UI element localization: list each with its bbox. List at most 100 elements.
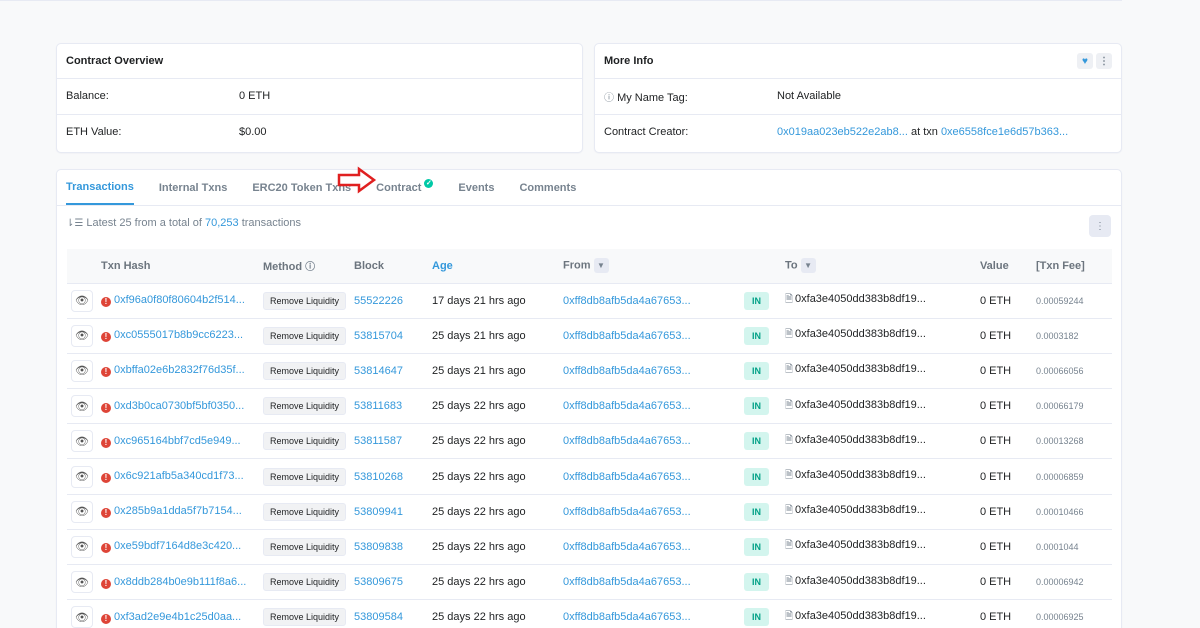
block-link[interactable]: 53811587: [354, 435, 402, 447]
error-icon: !: [101, 613, 111, 624]
col-to: To ▼: [780, 249, 976, 284]
table-row: 👁 ! 0xf3ad2e9e4b1c25d0aa... Remove Liquid…: [67, 599, 1112, 628]
row-method-cell: Remove Liquidity: [258, 529, 351, 566]
contract-file-icon: 🗎: [784, 540, 794, 552]
to-address[interactable]: 0xfa3e4050dd383b8df19...: [795, 469, 926, 481]
to-address[interactable]: 0xfa3e4050dd383b8df19...: [795, 399, 926, 411]
tab-transactions[interactable]: Transactions: [66, 170, 134, 205]
row-hash-cell: ! 0xf3ad2e9e4b1c25d0aa...: [97, 599, 259, 628]
creator-row: Contract Creator: 0x019aa023eb522e2ab8..…: [595, 115, 1121, 151]
from-address-link[interactable]: 0xff8db8afb5da4a67653...: [563, 330, 691, 342]
col-direction: [739, 249, 781, 284]
txn-hash-link[interactable]: 0xf3ad2e9e4b1c25d0aa...: [114, 611, 241, 623]
txn-hash-link[interactable]: 0x8ddb284b0e9b111f8a6...: [114, 576, 246, 588]
to-address[interactable]: 0xfa3e4050dd383b8df19...: [795, 434, 926, 446]
block-link[interactable]: 53815704: [354, 330, 403, 342]
method-badge: Remove Liquidity: [262, 397, 347, 416]
txn-hash-link[interactable]: 0xbffa02e6b2832f76d35f...: [114, 364, 245, 376]
tab-contract-label: Contract: [376, 181, 422, 194]
txn-hash-link[interactable]: 0xd3b0ca0730bf5bf0350...: [114, 400, 244, 412]
block-link[interactable]: 53809838: [354, 541, 403, 553]
block-link[interactable]: 55522226: [354, 295, 403, 307]
from-address-link[interactable]: 0xff8db8afb5da4a67653...: [563, 576, 691, 588]
row-age-cell: 25 days 22 hrs ago: [428, 529, 559, 566]
tab-events[interactable]: Events: [458, 170, 494, 205]
row-value-cell: 0 ETH: [975, 283, 1032, 319]
info-icon[interactable]: ⓘ: [305, 262, 315, 273]
block-link[interactable]: 53809675: [354, 576, 403, 588]
to-address[interactable]: 0xfa3e4050dd383b8df19...: [795, 363, 926, 375]
to-address[interactable]: 0xfa3e4050dd383b8df19...: [795, 293, 926, 305]
question-icon[interactable]: ⓘ: [604, 93, 614, 104]
row-from-cell: 0xff8db8afb5da4a67653...: [559, 494, 740, 530]
from-address-link[interactable]: 0xff8db8afb5da4a67653...: [563, 506, 691, 518]
txn-hash-link[interactable]: 0xe59bdf7164d8e3c420...: [114, 540, 241, 552]
to-address[interactable]: 0xfa3e4050dd383b8df19...: [795, 504, 926, 516]
block-link[interactable]: 53810268: [354, 471, 403, 483]
row-hash-cell: ! 0xc0555017b8b9cc6223...: [97, 318, 259, 354]
filter-icon[interactable]: ▼: [593, 258, 609, 274]
eye-icon[interactable]: 👁: [71, 430, 93, 453]
method-badge: Remove Liquidity: [262, 291, 347, 310]
eye-icon[interactable]: 👁: [71, 324, 93, 347]
eye-icon[interactable]: 👁: [71, 395, 93, 418]
block-link[interactable]: 53811683: [354, 400, 402, 412]
table-options-icon[interactable]: ⋮: [1089, 215, 1111, 237]
creator-txn-link[interactable]: 0xe6558fce1e6d57b363...: [941, 126, 1068, 138]
eye-icon[interactable]: 👁: [71, 289, 93, 312]
table-row: 👁 ! 0xf96a0f80f80604b2f514... Remove Liqu…: [67, 283, 1112, 319]
table-row: 👁 ! 0xc0555017b8b9cc6223... Remove Liquid…: [67, 318, 1112, 354]
txn-hash-link[interactable]: 0xc965164bbf7cd5e949...: [114, 435, 241, 447]
row-fee-cell: 0.00006859: [1031, 458, 1112, 495]
to-address[interactable]: 0xfa3e4050dd383b8df19...: [795, 539, 926, 551]
method-badge: Remove Liquidity: [262, 502, 347, 521]
block-link[interactable]: 53809584: [354, 611, 403, 623]
txn-fee: 0.00066056: [1035, 365, 1084, 376]
from-address-link[interactable]: 0xff8db8afb5da4a67653...: [563, 365, 691, 377]
filter-icon[interactable]: ▼: [800, 258, 816, 274]
row-hash-cell: ! 0xbffa02e6b2832f76d35f...: [97, 353, 259, 390]
to-address[interactable]: 0xfa3e4050dd383b8df19...: [795, 610, 926, 622]
to-address[interactable]: 0xfa3e4050dd383b8df19...: [795, 575, 926, 587]
tab-internal-txns[interactable]: Internal Txns: [159, 170, 227, 205]
eye-icon[interactable]: 👁: [71, 500, 93, 523]
txn-fee: 0.00006859: [1035, 471, 1084, 482]
summary-total-link[interactable]: 70,253: [205, 217, 239, 229]
block-link[interactable]: 53814647: [354, 365, 403, 377]
row-to-cell: 🗎 0xfa3e4050dd383b8df19...: [780, 599, 976, 628]
from-address-link[interactable]: 0xff8db8afb5da4a67653...: [563, 295, 691, 307]
row-to-cell: 🗎 0xfa3e4050dd383b8df19...: [780, 353, 976, 390]
block-link[interactable]: 53809941: [354, 506, 403, 518]
eye-icon[interactable]: 👁: [71, 465, 93, 488]
row-fee-cell: 0.00066179: [1031, 388, 1112, 425]
txn-fee: 0.00059244: [1035, 295, 1084, 306]
txn-hash-link[interactable]: 0xf96a0f80f80604b2f514...: [114, 294, 245, 306]
row-to-cell: 🗎 0xfa3e4050dd383b8df19...: [780, 564, 976, 601]
tab-contract[interactable]: Contract ✓: [376, 170, 434, 205]
from-address-link[interactable]: 0xff8db8afb5da4a67653...: [563, 471, 691, 483]
heart-icon[interactable]: ♥: [1077, 53, 1093, 69]
to-address[interactable]: 0xfa3e4050dd383b8df19...: [795, 328, 926, 340]
more-options-icon[interactable]: ⋮: [1096, 53, 1112, 69]
eye-icon[interactable]: 👁: [71, 571, 93, 594]
col-age[interactable]: Age: [428, 249, 559, 284]
eye-icon[interactable]: 👁: [71, 359, 93, 382]
method-badge: Remove Liquidity: [262, 326, 347, 345]
eye-icon[interactable]: 👁: [71, 606, 93, 628]
creator-address-link[interactable]: 0x019aa023eb522e2ab8...: [777, 126, 908, 138]
eye-icon[interactable]: 👁: [71, 535, 93, 558]
row-eye-cell: 👁: [67, 318, 97, 354]
col-eye: [67, 249, 97, 284]
tab-comments[interactable]: Comments: [519, 170, 576, 205]
row-direction-cell: IN: [739, 283, 781, 319]
col-from: From ▼: [559, 249, 740, 284]
from-address-link[interactable]: 0xff8db8afb5da4a67653...: [563, 611, 691, 623]
from-address-link[interactable]: 0xff8db8afb5da4a67653...: [563, 435, 691, 447]
name-tag-label: My Name Tag:: [617, 91, 688, 104]
txn-hash-link[interactable]: 0xc0555017b8b9cc6223...: [114, 329, 243, 341]
from-address-link[interactable]: 0xff8db8afb5da4a67653...: [563, 541, 691, 553]
from-address-link[interactable]: 0xff8db8afb5da4a67653...: [563, 400, 691, 412]
txn-hash-link[interactable]: 0x6c921afb5a340cd1f73...: [114, 470, 244, 482]
error-icon: !: [101, 473, 111, 484]
txn-hash-link[interactable]: 0x285b9a1dda5f7b7154...: [114, 505, 242, 517]
